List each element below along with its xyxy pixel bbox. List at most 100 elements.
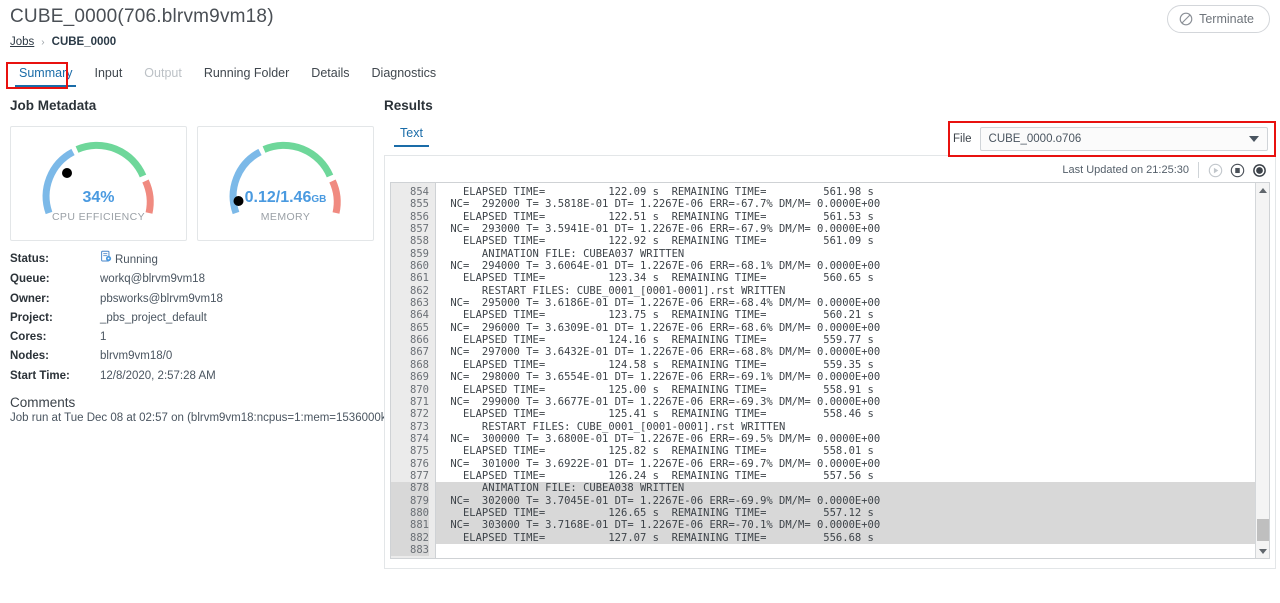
log-line-number: 875: [410, 445, 429, 458]
log-line: ELAPSED TIME= 122.09 s REMAINING TIME= 5…: [444, 186, 874, 198]
log-line: ELAPSED TIME= 122.92 s REMAINING TIME= 5…: [444, 235, 874, 248]
comments-title: Comments: [10, 395, 76, 410]
log-line-number: 867: [410, 346, 429, 359]
metadata-key: Project:: [10, 311, 53, 324]
file-select-value: CUBE_0000.o706: [988, 133, 1082, 145]
log-line: NC= 297000 T= 3.6432E-01 DT= 1.2267E-06 …: [444, 346, 881, 359]
tab-summary[interactable]: Summary: [8, 62, 83, 89]
file-select[interactable]: CUBE_0000.o706: [979, 127, 1268, 151]
pause-circle-icon[interactable]: [1230, 163, 1245, 178]
metadata-row-project: Project: _pbs_project_default: [10, 309, 380, 328]
tab-running-folder[interactable]: Running Folder: [193, 62, 300, 89]
tab-details[interactable]: Details: [300, 62, 360, 89]
scrollbar-thumb[interactable]: [1257, 519, 1269, 541]
log-line: RESTART FILES: CUBE_0001_[0001-0001].rst…: [444, 284, 786, 297]
log-line-number: 857: [410, 223, 429, 236]
log-line: ELAPSED TIME= 122.51 s REMAINING TIME= 5…: [444, 210, 874, 223]
metadata-value: pbsworks@blrvm9vm18: [100, 292, 223, 305]
log-line-number: 863: [410, 297, 429, 310]
log-text[interactable]: ELAPSED TIME= 122.09 s REMAINING TIME= 5…: [436, 183, 1269, 558]
metadata-row-status: Status: Running: [10, 250, 380, 270]
job-summary-page: CUBE_0000(706.blrvm9vm18) Terminate Jobs…: [0, 0, 1280, 603]
stop-circle-icon[interactable]: [1252, 163, 1267, 178]
log-line-number: 869: [410, 371, 429, 384]
log-line: ELAPSED TIME= 125.82 s REMAINING TIME= 5…: [444, 445, 874, 458]
breadcrumb: Jobs › CUBE_0000: [10, 36, 116, 48]
log-line-number: 872: [410, 408, 429, 421]
log-line-number: 879: [391, 494, 429, 507]
metadata-row-nodes: Nodes: blrvm9vm18/0: [10, 347, 380, 366]
log-line: NC= 294000 T= 3.6064E-01 DT= 1.2267E-06 …: [444, 260, 881, 273]
log-line: ELAPSED TIME= 124.16 s REMAINING TIME= 5…: [444, 334, 874, 347]
results-toolbar: Last Updated on 21:25:30: [1062, 162, 1267, 178]
breadcrumb-jobs-link[interactable]: Jobs: [10, 36, 34, 48]
cpu-gauge-label: CPU EFFICIENCY: [51, 211, 146, 223]
tab-input[interactable]: Input: [83, 62, 133, 89]
log-line: ANIMATION FILE: CUBEA038 WRITTEN: [436, 482, 1269, 495]
log-viewer[interactable]: 854 855 856 857 858 859 860 861 862 863 864 865 866 8…: [390, 182, 1270, 559]
log-line-number: 868: [410, 358, 429, 371]
log-line: NC= 302000 T= 3.7045E-01 DT= 1.2267E-06 …: [436, 494, 1269, 507]
log-line-number: 874: [410, 432, 429, 445]
log-line-number: 878: [391, 482, 429, 495]
metadata-key: Cores:: [10, 331, 47, 344]
metadata-key: Queue:: [10, 273, 50, 286]
tab-diagnostics[interactable]: Diagnostics: [361, 62, 448, 89]
log-line-number: 859: [410, 247, 429, 260]
log-line-number: 871: [410, 395, 429, 408]
cpu-efficiency-gauge-card: 34% CPU EFFICIENCY: [10, 126, 187, 241]
job-status-icon: [100, 250, 113, 270]
log-line: NC= 296000 T= 3.6309E-01 DT= 1.2267E-06 …: [444, 321, 881, 334]
tab-text[interactable]: Text: [390, 124, 433, 149]
terminate-button-label: Terminate: [1199, 12, 1254, 26]
log-line-number: 855: [410, 198, 429, 211]
comments-text: Job run at Tue Dec 08 at 02:57 on (blrvm…: [10, 412, 397, 424]
log-line: ELAPSED TIME= 125.00 s REMAINING TIME= 5…: [444, 383, 874, 396]
metadata-value: 1: [100, 331, 107, 344]
log-line-number: 865: [410, 321, 429, 334]
log-line: NC= 293000 T= 3.5941E-01 DT= 1.2267E-06 …: [444, 223, 881, 236]
ban-icon: [1179, 12, 1193, 26]
metadata-row-queue: Queue: workq@blrvm9vm18: [10, 270, 380, 289]
log-line: ELAPSED TIME= 124.58 s REMAINING TIME= 5…: [444, 358, 874, 371]
metadata-key: Start Time:: [10, 369, 70, 382]
memory-gauge-card: 0.12/1.46GB MEMORY: [197, 126, 374, 241]
log-line: ELAPSED TIME= 123.34 s REMAINING TIME= 5…: [444, 272, 874, 285]
log-line: NC= 298000 T= 3.6554E-01 DT= 1.2267E-06 …: [444, 371, 881, 384]
log-line: ELAPSED TIME= 125.41 s REMAINING TIME= 5…: [444, 408, 874, 421]
main-tab-bar: Summary Input Output Running Folder Deta…: [8, 62, 447, 89]
log-line-numbers: 854 855 856 857 858 859 860 861 862 863 864 865 866 8…: [391, 183, 436, 558]
log-line-number: 861: [410, 272, 429, 285]
log-line-number: 856: [410, 210, 429, 223]
log-line-number: 860: [410, 260, 429, 273]
log-line: NC= 303000 T= 3.7168E-01 DT= 1.2267E-06 …: [436, 519, 1269, 532]
status-badge: Running: [115, 253, 158, 266]
log-line-number: 877: [410, 469, 429, 482]
log-line-number: 882: [391, 531, 429, 544]
log-line-number: 862: [410, 284, 429, 297]
toolbar-divider: [1198, 162, 1199, 178]
log-line: ELAPSED TIME= 126.65 s REMAINING TIME= 5…: [436, 506, 1269, 520]
metadata-row-start-time: Start Time: 12/8/2020, 2:57:28 AM: [10, 367, 380, 386]
scroll-up-icon[interactable]: [1256, 183, 1269, 197]
scroll-down-icon[interactable]: [1256, 544, 1269, 558]
metadata-key: Nodes:: [10, 350, 49, 363]
metadata-row-owner: Owner: pbsworks@blrvm9vm18: [10, 290, 380, 309]
breadcrumb-current: CUBE_0000: [51, 36, 117, 48]
log-line-number: 873: [410, 420, 429, 433]
log-line-number: 881: [391, 519, 429, 532]
metadata-value: 12/8/2020, 2:57:28 AM: [100, 369, 216, 382]
log-line: ELAPSED TIME= 126.24 s REMAINING TIME= 5…: [444, 469, 874, 482]
log-line-number: 854: [410, 186, 429, 198]
breadcrumb-separator: ›: [41, 36, 45, 48]
log-line: NC= 295000 T= 3.6186E-01 DT= 1.2267E-06 …: [444, 297, 881, 310]
terminate-button[interactable]: Terminate: [1167, 5, 1270, 33]
log-line-number: 876: [410, 457, 429, 470]
play-circle-icon[interactable]: [1208, 163, 1223, 178]
log-line: RESTART FILES: CUBE_0001_[0001-0001].rst…: [444, 420, 786, 433]
memory-gauge-label: MEMORY: [260, 211, 311, 223]
last-updated-text: Last Updated on 21:25:30: [1062, 164, 1189, 176]
log-scrollbar[interactable]: [1255, 183, 1269, 558]
metadata-value: blrvm9vm18/0: [100, 350, 173, 363]
